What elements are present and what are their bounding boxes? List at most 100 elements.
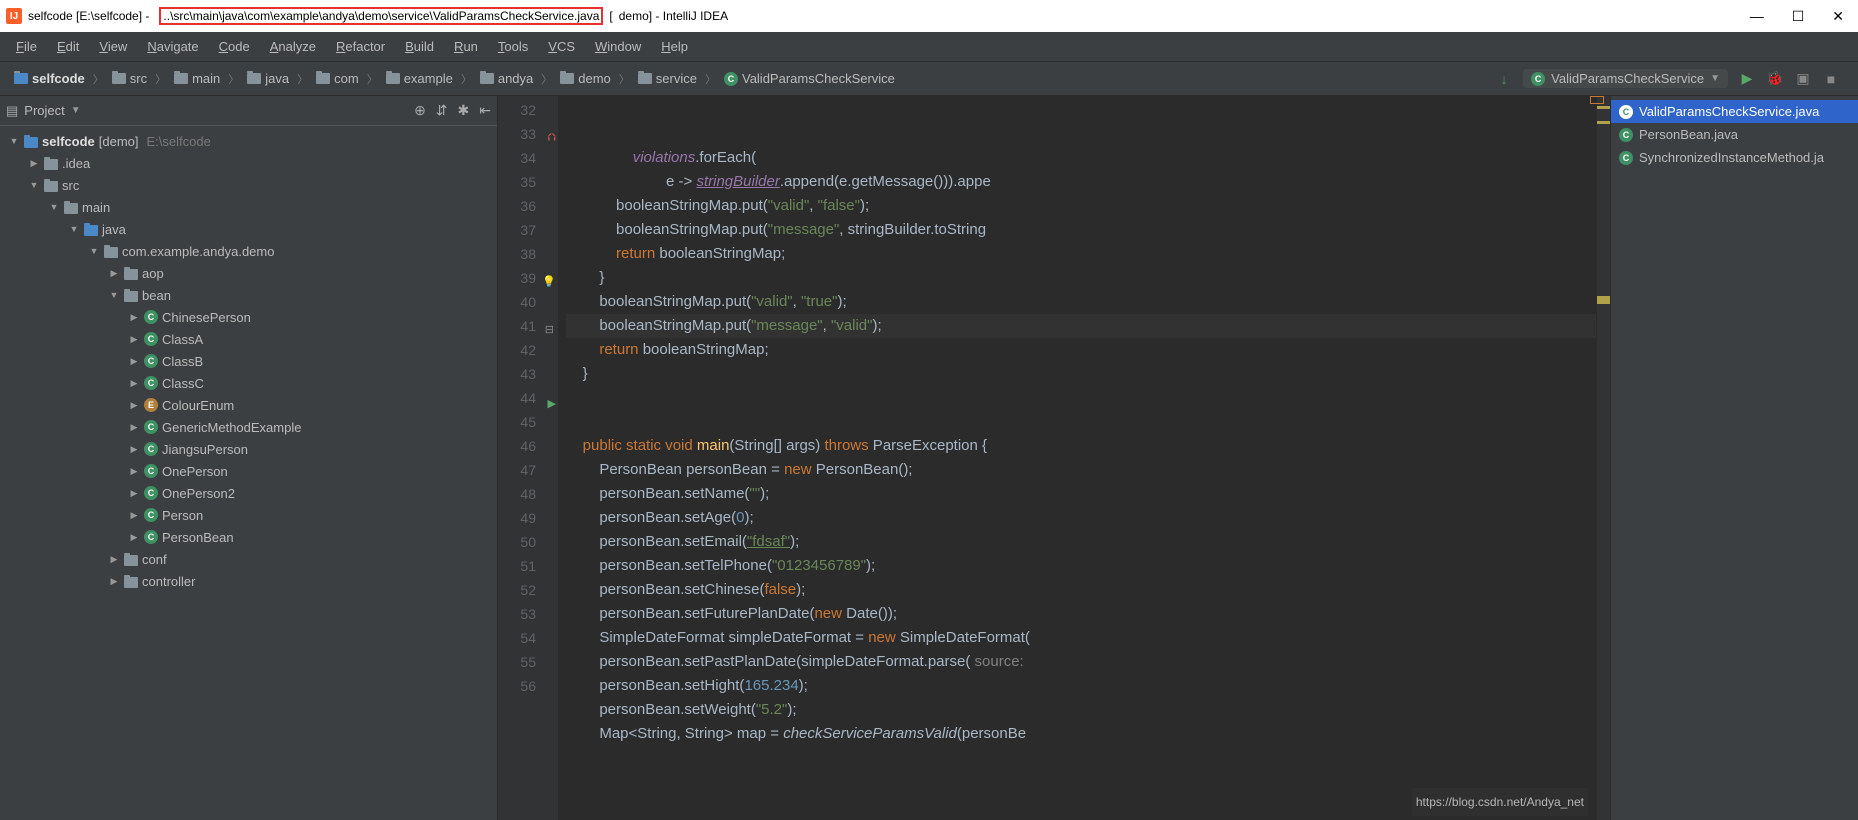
- tree-item-classc[interactable]: ▶CClassC: [0, 372, 497, 394]
- breadcrumb-service[interactable]: service: [632, 69, 703, 88]
- recent-file-item[interactable]: CPersonBean.java: [1611, 123, 1858, 146]
- recent-file-item[interactable]: CValidParamsCheckService.java: [1611, 100, 1858, 123]
- code-line[interactable]: [566, 386, 1596, 410]
- code-line[interactable]: personBean.setChinese(false);: [566, 578, 1596, 602]
- sidebar-title[interactable]: Project: [24, 103, 64, 118]
- expand-arrow-icon[interactable]: ▶: [128, 444, 140, 455]
- menu-run[interactable]: Run: [446, 35, 486, 58]
- menu-help[interactable]: Help: [653, 35, 696, 58]
- warning-marker[interactable]: [1597, 296, 1610, 304]
- breadcrumb-main[interactable]: main: [168, 69, 226, 88]
- code-line[interactable]: }: [566, 362, 1596, 386]
- code-line[interactable]: personBean.setPastPlanDate(simpleDateFor…: [566, 650, 1596, 674]
- line-number[interactable]: 55: [498, 650, 558, 674]
- tree-item-colourenum[interactable]: ▶EColourEnum: [0, 394, 497, 416]
- expand-arrow-icon[interactable]: ▶: [128, 466, 140, 477]
- expand-arrow-icon[interactable]: ▶: [128, 488, 140, 499]
- line-number[interactable]: 37: [498, 218, 558, 242]
- menu-refactor[interactable]: Refactor: [328, 35, 393, 58]
- minimize-button[interactable]: —: [1750, 8, 1764, 25]
- minimap-scrollbar[interactable]: [1596, 96, 1610, 820]
- line-number[interactable]: 49: [498, 506, 558, 530]
- expand-arrow-icon[interactable]: ▶: [128, 510, 140, 521]
- debug-button[interactable]: 🐞: [1766, 70, 1784, 88]
- code-line[interactable]: [566, 410, 1596, 434]
- line-number[interactable]: 38: [498, 242, 558, 266]
- line-number[interactable]: 39💡: [498, 266, 558, 290]
- code-line[interactable]: return booleanStringMap;: [566, 338, 1596, 362]
- tree-item-classb[interactable]: ▶CClassB: [0, 350, 497, 372]
- expand-arrow-icon[interactable]: ▶: [128, 334, 140, 345]
- expand-arrow-icon[interactable]: ▶: [128, 356, 140, 367]
- code-line[interactable]: }: [566, 266, 1596, 290]
- coverage-button[interactable]: ▣: [1794, 70, 1812, 88]
- expand-arrow-icon[interactable]: ▼: [8, 136, 20, 146]
- line-number[interactable]: 48: [498, 482, 558, 506]
- line-number[interactable]: 47: [498, 458, 558, 482]
- vcs-down-icon[interactable]: ↓: [1495, 70, 1513, 88]
- code-line[interactable]: return booleanStringMap;: [566, 242, 1596, 266]
- line-number[interactable]: 34: [498, 146, 558, 170]
- tree-item-java[interactable]: ▼java: [0, 218, 497, 240]
- line-number[interactable]: 41⊟: [498, 314, 558, 338]
- menu-vcs[interactable]: VCS: [540, 35, 583, 58]
- expand-arrow-icon[interactable]: ▶: [108, 554, 120, 565]
- line-number[interactable]: 50: [498, 530, 558, 554]
- tree-item-com-example-andya-demo[interactable]: ▼com.example.andya.demo: [0, 240, 497, 262]
- expand-arrow-icon[interactable]: ▶: [128, 422, 140, 433]
- run-config-selector[interactable]: C ValidParamsCheckService ▼: [1523, 69, 1728, 88]
- line-number[interactable]: 52: [498, 578, 558, 602]
- tree-item-classa[interactable]: ▶CClassA: [0, 328, 497, 350]
- code-line[interactable]: booleanStringMap.put("valid", "false");: [566, 194, 1596, 218]
- breadcrumb-selfcode[interactable]: selfcode: [8, 69, 91, 88]
- code-line[interactable]: violations.forEach(: [566, 146, 1596, 170]
- menu-view[interactable]: View: [91, 35, 135, 58]
- code-line[interactable]: booleanStringMap.put("valid", "true");: [566, 290, 1596, 314]
- tree-item-bean[interactable]: ▼bean: [0, 284, 497, 306]
- breadcrumb-java[interactable]: java: [241, 69, 295, 88]
- code-line[interactable]: personBean.setName("");: [566, 482, 1596, 506]
- tree-item-oneperson[interactable]: ▶COnePerson: [0, 460, 497, 482]
- line-number[interactable]: 43: [498, 362, 558, 386]
- tree-item-aop[interactable]: ▶aop: [0, 262, 497, 284]
- line-number[interactable]: 54: [498, 626, 558, 650]
- menu-file[interactable]: File: [8, 35, 45, 58]
- tree-item-person[interactable]: ▶CPerson: [0, 504, 497, 526]
- code-line[interactable]: booleanStringMap.put("message", stringBu…: [566, 218, 1596, 242]
- gutter[interactable]: 3233⮉343536373839💡4041⊟424344▶4546474849…: [498, 96, 558, 820]
- hide-icon[interactable]: ⇤: [479, 102, 491, 119]
- recent-file-item[interactable]: CSynchronizedInstanceMethod.ja: [1611, 146, 1858, 169]
- expand-arrow-icon[interactable]: ▶: [128, 400, 140, 411]
- expand-arrow-icon[interactable]: ▼: [48, 202, 60, 212]
- expand-arrow-icon[interactable]: ▶: [128, 312, 140, 323]
- collapse-icon[interactable]: ⇵: [436, 102, 448, 119]
- expand-arrow-icon[interactable]: ▶: [28, 158, 40, 169]
- breadcrumb-demo[interactable]: demo: [554, 69, 617, 88]
- run-button[interactable]: ▶: [1738, 70, 1756, 88]
- chevron-down-icon[interactable]: ▼: [71, 105, 81, 116]
- warning-marker[interactable]: [1597, 106, 1610, 109]
- expand-arrow-icon[interactable]: ▼: [68, 224, 80, 234]
- menu-navigate[interactable]: Navigate: [139, 35, 206, 58]
- expand-arrow-icon[interactable]: ▶: [128, 378, 140, 389]
- code-line[interactable]: public static void main(String[] args) t…: [566, 434, 1596, 458]
- expand-arrow-icon[interactable]: ▶: [108, 268, 120, 279]
- expand-arrow-icon[interactable]: ▼: [88, 246, 100, 256]
- warning-marker[interactable]: [1597, 121, 1610, 124]
- line-number[interactable]: 56: [498, 674, 558, 698]
- code-line[interactable]: PersonBean personBean = new PersonBean()…: [566, 458, 1596, 482]
- menu-edit[interactable]: Edit: [49, 35, 87, 58]
- line-number[interactable]: 33⮉: [498, 122, 558, 146]
- code-line[interactable]: Map<String, String> map = checkServicePa…: [566, 722, 1596, 746]
- line-number[interactable]: 42: [498, 338, 558, 362]
- code-line[interactable]: personBean.setTelPhone("0123456789");: [566, 554, 1596, 578]
- tree-item-selfcode[interactable]: ▼selfcode [demo] E:\selfcode: [0, 130, 497, 152]
- expand-arrow-icon[interactable]: ▼: [28, 180, 40, 190]
- breadcrumb-com[interactable]: com: [310, 69, 365, 88]
- tree-item-chineseperson[interactable]: ▶CChinesePerson: [0, 306, 497, 328]
- menu-build[interactable]: Build: [397, 35, 442, 58]
- expand-arrow-icon[interactable]: ▶: [128, 532, 140, 543]
- breadcrumb-example[interactable]: example: [380, 69, 459, 88]
- code-line[interactable]: personBean.setHight(165.234);: [566, 674, 1596, 698]
- tree-item-oneperson2[interactable]: ▶COnePerson2: [0, 482, 497, 504]
